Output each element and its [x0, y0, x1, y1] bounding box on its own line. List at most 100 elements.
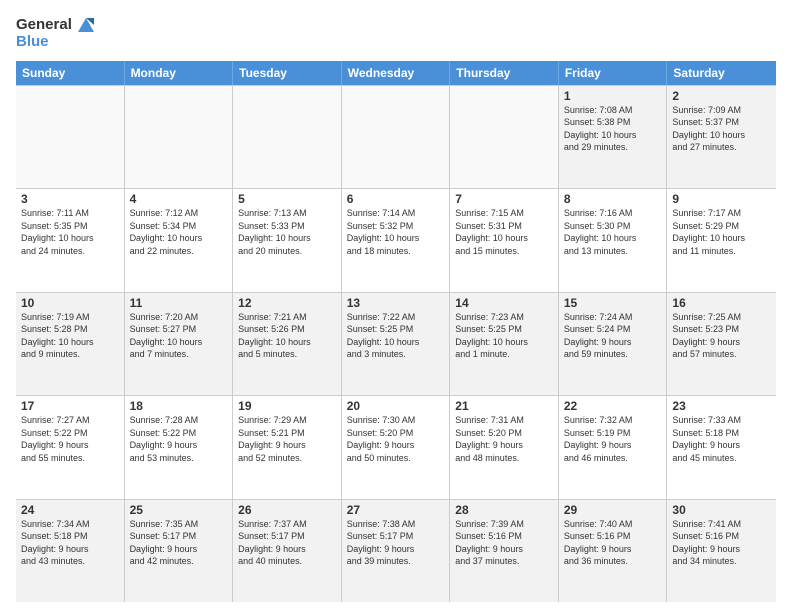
day-number: 30 — [672, 503, 771, 517]
calendar-header: SundayMondayTuesdayWednesdayThursdayFrid… — [16, 61, 776, 85]
day-number: 10 — [21, 296, 119, 310]
day-number: 25 — [130, 503, 228, 517]
day-number: 15 — [564, 296, 662, 310]
day-info: Sunrise: 7:23 AMSunset: 5:25 PMDaylight:… — [455, 311, 553, 361]
day-info: Sunrise: 7:35 AMSunset: 5:17 PMDaylight:… — [130, 518, 228, 568]
calendar-cell-4-0: 24Sunrise: 7:34 AMSunset: 5:18 PMDayligh… — [16, 500, 125, 603]
day-number: 3 — [21, 192, 119, 206]
header-day-monday: Monday — [125, 61, 234, 85]
day-number: 8 — [564, 192, 662, 206]
day-number: 27 — [347, 503, 445, 517]
day-info: Sunrise: 7:32 AMSunset: 5:19 PMDaylight:… — [564, 414, 662, 464]
day-number: 28 — [455, 503, 553, 517]
calendar-cell-3-4: 21Sunrise: 7:31 AMSunset: 5:20 PMDayligh… — [450, 396, 559, 499]
calendar-cell-3-3: 20Sunrise: 7:30 AMSunset: 5:20 PMDayligh… — [342, 396, 451, 499]
header-day-tuesday: Tuesday — [233, 61, 342, 85]
day-info: Sunrise: 7:13 AMSunset: 5:33 PMDaylight:… — [238, 207, 336, 257]
day-info: Sunrise: 7:29 AMSunset: 5:21 PMDaylight:… — [238, 414, 336, 464]
calendar-cell-2-4: 14Sunrise: 7:23 AMSunset: 5:25 PMDayligh… — [450, 293, 559, 396]
header-day-thursday: Thursday — [450, 61, 559, 85]
day-info: Sunrise: 7:12 AMSunset: 5:34 PMDaylight:… — [130, 207, 228, 257]
day-info: Sunrise: 7:40 AMSunset: 5:16 PMDaylight:… — [564, 518, 662, 568]
calendar-row-0: 1Sunrise: 7:08 AMSunset: 5:38 PMDaylight… — [16, 85, 776, 190]
calendar-cell-0-3 — [342, 86, 451, 189]
day-info: Sunrise: 7:14 AMSunset: 5:32 PMDaylight:… — [347, 207, 445, 257]
calendar-cell-3-5: 22Sunrise: 7:32 AMSunset: 5:19 PMDayligh… — [559, 396, 668, 499]
calendar-cell-1-5: 8Sunrise: 7:16 AMSunset: 5:30 PMDaylight… — [559, 189, 668, 292]
calendar: SundayMondayTuesdayWednesdayThursdayFrid… — [16, 61, 776, 603]
page: General Blue SundayMondayTuesdayWednesda… — [0, 0, 792, 612]
calendar-cell-4-3: 27Sunrise: 7:38 AMSunset: 5:17 PMDayligh… — [342, 500, 451, 603]
header-day-friday: Friday — [559, 61, 668, 85]
day-number: 22 — [564, 399, 662, 413]
day-number: 14 — [455, 296, 553, 310]
calendar-row-2: 10Sunrise: 7:19 AMSunset: 5:28 PMDayligh… — [16, 293, 776, 397]
day-info: Sunrise: 7:20 AMSunset: 5:27 PMDaylight:… — [130, 311, 228, 361]
header-day-wednesday: Wednesday — [342, 61, 451, 85]
day-info: Sunrise: 7:11 AMSunset: 5:35 PMDaylight:… — [21, 207, 119, 257]
day-number: 21 — [455, 399, 553, 413]
day-number: 12 — [238, 296, 336, 310]
calendar-cell-4-1: 25Sunrise: 7:35 AMSunset: 5:17 PMDayligh… — [125, 500, 234, 603]
calendar-cell-3-2: 19Sunrise: 7:29 AMSunset: 5:21 PMDayligh… — [233, 396, 342, 499]
calendar-cell-2-0: 10Sunrise: 7:19 AMSunset: 5:28 PMDayligh… — [16, 293, 125, 396]
calendar-cell-4-4: 28Sunrise: 7:39 AMSunset: 5:16 PMDayligh… — [450, 500, 559, 603]
day-number: 9 — [672, 192, 771, 206]
calendar-cell-3-6: 23Sunrise: 7:33 AMSunset: 5:18 PMDayligh… — [667, 396, 776, 499]
day-info: Sunrise: 7:16 AMSunset: 5:30 PMDaylight:… — [564, 207, 662, 257]
day-info: Sunrise: 7:24 AMSunset: 5:24 PMDaylight:… — [564, 311, 662, 361]
day-number: 26 — [238, 503, 336, 517]
calendar-cell-2-5: 15Sunrise: 7:24 AMSunset: 5:24 PMDayligh… — [559, 293, 668, 396]
day-info: Sunrise: 7:09 AMSunset: 5:37 PMDaylight:… — [672, 104, 771, 154]
calendar-body: 1Sunrise: 7:08 AMSunset: 5:38 PMDaylight… — [16, 85, 776, 603]
calendar-cell-1-2: 5Sunrise: 7:13 AMSunset: 5:33 PMDaylight… — [233, 189, 342, 292]
calendar-cell-1-0: 3Sunrise: 7:11 AMSunset: 5:35 PMDaylight… — [16, 189, 125, 292]
calendar-cell-0-0 — [16, 86, 125, 189]
calendar-cell-0-6: 2Sunrise: 7:09 AMSunset: 5:37 PMDaylight… — [667, 86, 776, 189]
day-number: 20 — [347, 399, 445, 413]
day-number: 4 — [130, 192, 228, 206]
day-info: Sunrise: 7:33 AMSunset: 5:18 PMDaylight:… — [672, 414, 771, 464]
day-number: 1 — [564, 89, 662, 103]
logo: General Blue — [16, 16, 94, 51]
calendar-cell-1-3: 6Sunrise: 7:14 AMSunset: 5:32 PMDaylight… — [342, 189, 451, 292]
day-info: Sunrise: 7:15 AMSunset: 5:31 PMDaylight:… — [455, 207, 553, 257]
calendar-cell-1-6: 9Sunrise: 7:17 AMSunset: 5:29 PMDaylight… — [667, 189, 776, 292]
calendar-cell-1-4: 7Sunrise: 7:15 AMSunset: 5:31 PMDaylight… — [450, 189, 559, 292]
header: General Blue — [16, 16, 776, 51]
day-info: Sunrise: 7:27 AMSunset: 5:22 PMDaylight:… — [21, 414, 119, 464]
day-info: Sunrise: 7:41 AMSunset: 5:16 PMDaylight:… — [672, 518, 771, 568]
calendar-cell-0-1 — [125, 86, 234, 189]
day-number: 29 — [564, 503, 662, 517]
calendar-cell-2-6: 16Sunrise: 7:25 AMSunset: 5:23 PMDayligh… — [667, 293, 776, 396]
day-info: Sunrise: 7:19 AMSunset: 5:28 PMDaylight:… — [21, 311, 119, 361]
header-day-sunday: Sunday — [16, 61, 125, 85]
calendar-cell-0-2 — [233, 86, 342, 189]
calendar-row-1: 3Sunrise: 7:11 AMSunset: 5:35 PMDaylight… — [16, 189, 776, 293]
header-day-saturday: Saturday — [667, 61, 776, 85]
day-info: Sunrise: 7:25 AMSunset: 5:23 PMDaylight:… — [672, 311, 771, 361]
day-number: 2 — [672, 89, 771, 103]
calendar-cell-4-6: 30Sunrise: 7:41 AMSunset: 5:16 PMDayligh… — [667, 500, 776, 603]
calendar-row-4: 24Sunrise: 7:34 AMSunset: 5:18 PMDayligh… — [16, 500, 776, 603]
day-info: Sunrise: 7:38 AMSunset: 5:17 PMDaylight:… — [347, 518, 445, 568]
calendar-cell-1-1: 4Sunrise: 7:12 AMSunset: 5:34 PMDaylight… — [125, 189, 234, 292]
day-info: Sunrise: 7:30 AMSunset: 5:20 PMDaylight:… — [347, 414, 445, 464]
day-number: 23 — [672, 399, 771, 413]
calendar-cell-2-3: 13Sunrise: 7:22 AMSunset: 5:25 PMDayligh… — [342, 293, 451, 396]
day-info: Sunrise: 7:39 AMSunset: 5:16 PMDaylight:… — [455, 518, 553, 568]
day-number: 24 — [21, 503, 119, 517]
day-number: 11 — [130, 296, 228, 310]
calendar-cell-0-4 — [450, 86, 559, 189]
day-number: 7 — [455, 192, 553, 206]
day-info: Sunrise: 7:31 AMSunset: 5:20 PMDaylight:… — [455, 414, 553, 464]
calendar-cell-4-5: 29Sunrise: 7:40 AMSunset: 5:16 PMDayligh… — [559, 500, 668, 603]
calendar-cell-3-0: 17Sunrise: 7:27 AMSunset: 5:22 PMDayligh… — [16, 396, 125, 499]
calendar-cell-4-2: 26Sunrise: 7:37 AMSunset: 5:17 PMDayligh… — [233, 500, 342, 603]
day-number: 5 — [238, 192, 336, 206]
calendar-cell-3-1: 18Sunrise: 7:28 AMSunset: 5:22 PMDayligh… — [125, 396, 234, 499]
day-number: 16 — [672, 296, 771, 310]
day-info: Sunrise: 7:37 AMSunset: 5:17 PMDaylight:… — [238, 518, 336, 568]
calendar-row-3: 17Sunrise: 7:27 AMSunset: 5:22 PMDayligh… — [16, 396, 776, 500]
calendar-cell-2-1: 11Sunrise: 7:20 AMSunset: 5:27 PMDayligh… — [125, 293, 234, 396]
